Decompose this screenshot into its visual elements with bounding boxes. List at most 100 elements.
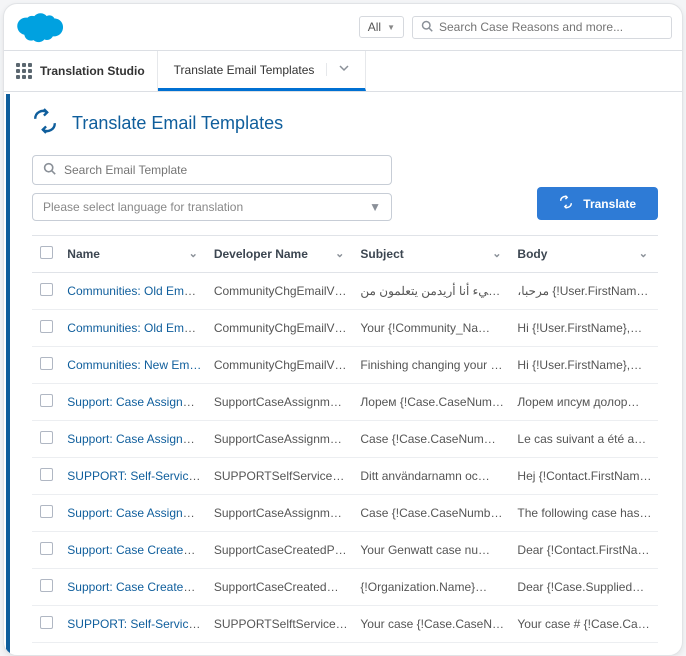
template-link[interactable]: Support: Case Assignm… [67, 432, 204, 446]
scope-filter[interactable]: All ▼ [359, 16, 404, 38]
row-checkbox[interactable] [40, 505, 53, 518]
cell-developer-name: CommunityChgEmailV… [208, 273, 355, 310]
search-icon [43, 162, 56, 178]
app-launcher-icon [16, 63, 32, 79]
chevron-down-icon: ⌄ [492, 247, 501, 260]
cell-developer-name: CommunityChgEmailV… [208, 347, 355, 384]
template-link[interactable]: Support: Case Assignm… [67, 506, 204, 520]
cell-body: Hi {!User.FirstName},W… [511, 347, 658, 384]
table-row: Communities: Old Ema… CommunityChgEmailV…… [32, 310, 658, 347]
app-name: Translation Studio [40, 64, 145, 78]
row-checkbox[interactable] [40, 431, 53, 444]
tab-label: Translate Email Templates [174, 63, 315, 77]
template-link[interactable]: Support: Case Created … [67, 543, 205, 557]
table-row: Support: Case Assignm… SupportCaseAssignm… [32, 421, 658, 458]
cell-subject: Your {!Community_Na… [354, 310, 511, 347]
cell-subject: Finishing changing your {!… [354, 347, 511, 384]
search-icon [421, 20, 433, 35]
global-search-input[interactable] [439, 20, 663, 34]
table-row: Support: Case Assignm… SupportCaseAssignm… [32, 495, 658, 532]
tab-translate-email-templates[interactable]: Translate Email Templates [158, 51, 367, 91]
language-placeholder: Please select language for translation [43, 200, 243, 214]
row-checkbox[interactable] [40, 394, 53, 407]
page-title: Translate Email Templates [72, 113, 283, 134]
cell-name: Communities: Old Ema… [61, 273, 208, 310]
search-template-box[interactable] [32, 155, 392, 185]
template-link[interactable]: Support: Case Created … [67, 580, 205, 594]
cell-subject: صحة أي شيء أنا أريدمن يتعلمون من… [354, 273, 511, 310]
cell-name: Communities: New Em… [61, 347, 208, 384]
col-header-subject[interactable]: Subject ⌄ [354, 236, 511, 273]
tab-dropdown-caret[interactable] [326, 63, 349, 76]
col-header-developer-name[interactable]: Developer Name ⌄ [208, 236, 355, 273]
cell-name: Communities: Old Ema… [61, 310, 208, 347]
row-checkbox[interactable] [40, 579, 53, 592]
cell-body: ،مرحبا {!User.FirstName}… [511, 273, 658, 310]
cell-developer-name: SupportCaseAssignme… [208, 384, 355, 421]
cell-body: Hej {!Contact.FirstNam… [511, 458, 658, 495]
translate-button-label: Translate [583, 197, 636, 211]
scope-filter-label: All [368, 20, 381, 34]
row-checkbox[interactable] [40, 542, 53, 555]
col-header-name[interactable]: Name ⌄ [61, 236, 208, 273]
cell-subject: Case {!Case.CaseNum… [354, 421, 511, 458]
language-select[interactable]: Please select language for translation ▼ [32, 193, 392, 221]
table-row: Support: Case Created …SupportCaseCreate… [32, 532, 658, 569]
table-row: Communities: Old Ema… CommunityChgEmailV…… [32, 273, 658, 310]
template-link[interactable]: Communities: Old Ema… [67, 284, 202, 298]
cell-subject: Your case {!Case.CaseN… [354, 606, 511, 643]
translate-icon [559, 195, 573, 212]
search-template-input[interactable] [64, 163, 381, 177]
translate-button[interactable]: Translate [537, 187, 658, 220]
cell-name: Support: Case Created … [61, 532, 208, 569]
template-link[interactable]: SUPPORT: Self-Service … [67, 617, 208, 631]
template-link[interactable]: Communities: New Em… [67, 358, 201, 372]
cell-subject: Case {!Case.CaseNumb… [354, 495, 511, 532]
col-header-body[interactable]: Body ⌄ [511, 236, 658, 273]
cell-name: Support: Case Assignm… [61, 495, 208, 532]
translate-icon [32, 108, 58, 139]
caret-down-icon: ▼ [369, 200, 381, 214]
cell-name: SUPPORT: Self-Service … [61, 458, 208, 495]
cell-body: Hi {!User.FirstName},W… [511, 310, 658, 347]
template-link[interactable]: Communities: Old Ema… [67, 321, 202, 335]
cell-body: Le cas suivant a été aut… [511, 421, 658, 458]
app-launcher[interactable]: Translation Studio [4, 51, 158, 91]
chevron-down-icon: ⌄ [189, 247, 198, 260]
row-checkbox[interactable] [40, 283, 53, 296]
cell-developer-name: SupportCaseAssignme… [208, 495, 355, 532]
cell-name: SUPPORT: Self-Service … [61, 606, 208, 643]
cell-developer-name: SUPPORTSelftServiceNe… [208, 606, 355, 643]
cell-subject: {!Organization.Name}… [354, 569, 511, 606]
chevron-down-icon: ⌄ [639, 247, 648, 260]
table-row: SUPPORT: Self-Service …SUPPORTSelftServi… [32, 606, 658, 643]
cell-developer-name: CommunityChgEmailV… [208, 310, 355, 347]
row-checkbox[interactable] [40, 616, 53, 629]
cell-subject: Ditt användarnamn oc… [354, 458, 511, 495]
select-all-checkbox[interactable] [40, 246, 53, 259]
cell-body: Your case # {!Case.Case… [511, 606, 658, 643]
template-link[interactable]: SUPPORT: Self-Service … [67, 469, 208, 483]
cell-subject: Your Genwatt case nu… [354, 532, 511, 569]
cell-developer-name: SupportCaseAssignme… [208, 421, 355, 458]
cell-name: Support: Case Created … [61, 569, 208, 606]
row-checkbox[interactable] [40, 468, 53, 481]
cell-body: Dear {!Case.SuppliedNa… [511, 569, 658, 606]
table-row: Support: Case Assignm… SupportCaseAssignm… [32, 384, 658, 421]
caret-down-icon: ▼ [387, 23, 395, 32]
cell-body: Лорем ипсум долор… [511, 384, 658, 421]
cell-name: Support: Case Assignm… [61, 421, 208, 458]
cell-body: Dear {!Contact.FirstNa… [511, 532, 658, 569]
table-row: SUPPORT: Self-Service …SUPPORTSelfServic… [32, 458, 658, 495]
templates-table: Name ⌄ Developer Name ⌄ Subject ⌄ Body ⌄ [32, 235, 658, 643]
cell-body: The following case has… [511, 495, 658, 532]
cell-subject: Лорем {!Case.CaseNum… [354, 384, 511, 421]
global-search[interactable] [412, 16, 672, 39]
cell-developer-name: SUPPORTSelfServiceNe… [208, 458, 355, 495]
table-row: Support: Case Created …SupportCaseCreate… [32, 569, 658, 606]
template-link[interactable]: Support: Case Assignm… [67, 395, 204, 409]
row-checkbox[interactable] [40, 320, 53, 333]
cell-name: Support: Case Assignm… [61, 384, 208, 421]
row-checkbox[interactable] [40, 357, 53, 370]
cell-developer-name: SupportCaseCreatedW… [208, 569, 355, 606]
